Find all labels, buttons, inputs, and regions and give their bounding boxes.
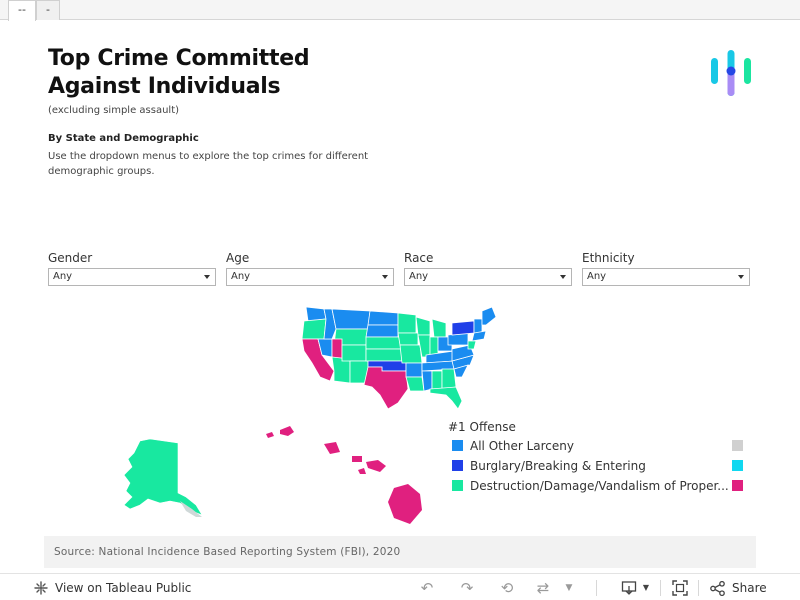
legend-label: Destruction/Damage/Vandalism of Proper..… (470, 479, 729, 493)
dropdown-icon[interactable]: ▼ (560, 579, 578, 597)
race-dropdown[interactable]: Any (404, 268, 572, 286)
chevron-down-icon (560, 275, 566, 279)
chevron-down-icon (382, 275, 388, 279)
fullscreen-icon[interactable] (672, 580, 688, 596)
legend-item-vandalism[interactable]: Destruction/Damage/Vandalism of Proper..… (452, 478, 729, 494)
gender-dropdown-value: Any (53, 271, 73, 282)
filter-ethnicity-label: Ethnicity (582, 251, 635, 265)
chevron-down-icon (204, 275, 210, 279)
legend-swatch (452, 460, 463, 471)
ethnicity-dropdown-value: Any (587, 271, 607, 282)
legend-title: #1 Offense (448, 420, 516, 434)
ethnicity-dropdown[interactable]: Any (582, 268, 750, 286)
alaska-map[interactable] (80, 435, 210, 525)
legend-label: Burglary/Breaking & Entering (470, 459, 646, 473)
filter-age-label: Age (226, 251, 250, 265)
download-icon[interactable] (621, 580, 637, 596)
legend-label: All Other Larceny (470, 439, 574, 453)
undo-icon[interactable]: ↶ (418, 579, 436, 597)
page-title: Top Crime Committed Against Individuals (48, 46, 310, 99)
tab-strip: -- - (0, 0, 800, 21)
filter-race: Race Any (404, 250, 572, 286)
gender-dropdown[interactable]: Any (48, 268, 216, 286)
tableau-icon[interactable] (34, 581, 48, 595)
legend-item-burglary[interactable]: Burglary/Breaking & Entering (452, 458, 646, 474)
legend-swatch-cut-off-2[interactable] (732, 460, 743, 471)
source-note: Source: National Incidence Based Reporti… (44, 536, 756, 568)
page-subtitle: (excluding simple assault) (48, 105, 180, 116)
legend-swatch-cut-off-1[interactable] (732, 440, 743, 451)
filter-gender-label: Gender (48, 251, 93, 265)
legend-swatch-cut-off-3[interactable] (732, 480, 743, 491)
toolbar-divider (660, 580, 661, 596)
us-map[interactable] (302, 305, 498, 410)
refresh-icon[interactable]: ⇄ (534, 579, 552, 597)
chevron-down-icon[interactable]: ▼ (637, 579, 655, 597)
toolbar-divider (698, 580, 699, 596)
description-text: Use the dropdown menus to explore the to… (48, 151, 369, 177)
revert-icon[interactable]: ⟲ (498, 579, 516, 597)
legend-swatch (452, 480, 463, 491)
hawaii-map[interactable] (262, 422, 427, 527)
filter-age: Age Any (226, 250, 394, 286)
bottom-toolbar: View on Tableau Public ↶ ↷ ⟲ ⇄ ▼ ▼ Share (0, 573, 800, 600)
legend: #1 Offense All Other Larceny Burglary/Br… (448, 420, 758, 500)
share-button[interactable]: Share (732, 578, 767, 598)
view-on-tableau-public-link[interactable]: View on Tableau Public (55, 578, 191, 598)
redo-icon[interactable]: ↷ (458, 579, 476, 597)
tab-dashboard-1[interactable]: -- (8, 0, 36, 21)
share-icon[interactable] (710, 581, 725, 596)
age-dropdown-value: Any (231, 271, 251, 282)
race-dropdown-value: Any (409, 271, 429, 282)
section-heading: By State and Demographic (48, 133, 199, 144)
age-dropdown[interactable]: Any (226, 268, 394, 286)
tab-dashboard-2[interactable]: - (36, 0, 60, 20)
filter-race-label: Race (404, 251, 434, 265)
chevron-down-icon (738, 275, 744, 279)
filter-gender: Gender Any (48, 250, 216, 286)
legend-swatch (452, 440, 463, 451)
toolbar-divider (596, 580, 597, 596)
brand-logo (711, 50, 751, 96)
legend-item-larceny[interactable]: All Other Larceny (452, 438, 574, 454)
filter-ethnicity: Ethnicity Any (582, 250, 750, 286)
